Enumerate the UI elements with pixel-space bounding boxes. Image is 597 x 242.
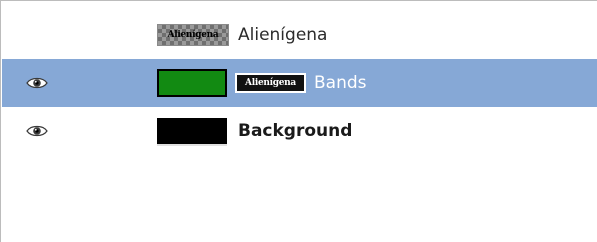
layer-name-alienigena[interactable]: Alienígena [238,11,327,59]
layer-thumbnail-alienigena[interactable]: Alienígena [157,24,229,46]
layer-name-background[interactable]: Background [238,107,352,155]
layer-row-background[interactable]: Background [2,107,597,155]
layer-mask-thumbnail-bands[interactable]: Alienígena [235,73,306,93]
layers-panel: Alienígena Alienígena Alienígena Bands B… [0,0,597,242]
layer-thumbnail-background[interactable] [157,118,227,146]
eye-icon[interactable] [26,124,48,138]
layer-row-alienigena[interactable]: Alienígena Alienígena [2,11,597,59]
layer-name-bands[interactable]: Bands [314,59,367,107]
layer-thumbnail-bands[interactable] [157,69,227,97]
layer-row-bands[interactable]: Alienígena Bands [2,59,597,107]
eye-icon[interactable] [26,76,48,90]
